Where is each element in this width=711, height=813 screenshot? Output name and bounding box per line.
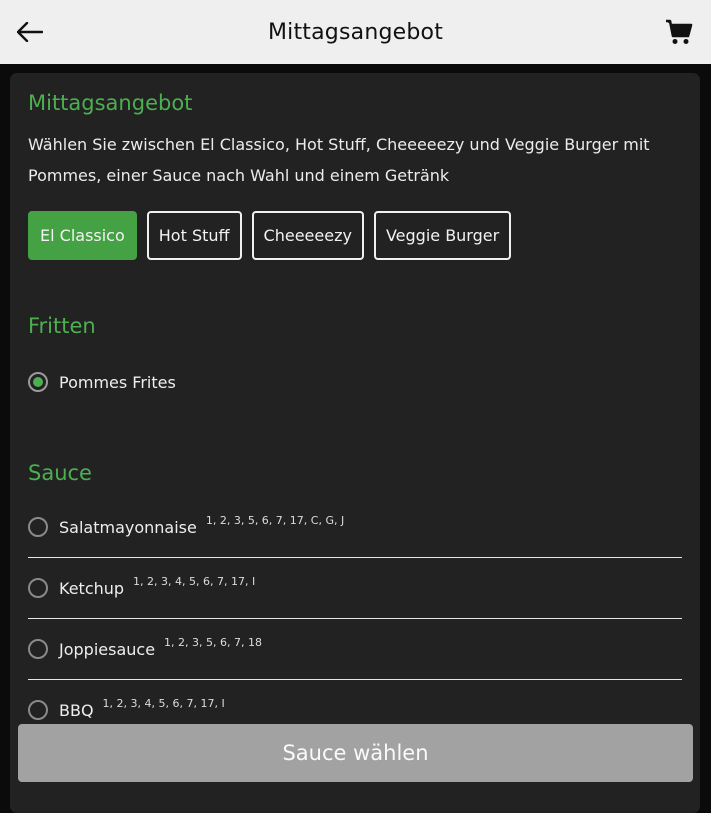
offer-card: Mittagsangebot Wählen Sie zwischen El Cl… xyxy=(10,73,700,813)
allergen-codes: 1, 2, 3, 5, 6, 7, 17, C, G, J xyxy=(205,513,345,527)
option-label: Ketchup xyxy=(59,578,125,598)
radio-button[interactable] xyxy=(28,639,48,659)
page-title: Mittagsangebot xyxy=(267,19,444,45)
offer-title: Mittagsangebot xyxy=(28,91,193,115)
fritten-option-pommes-frites[interactable]: Pommes Frites xyxy=(28,352,682,412)
radio-button[interactable] xyxy=(28,372,48,392)
choose-sauce-button[interactable]: Sauce wählen xyxy=(18,724,693,782)
option-label: Pommes Frites xyxy=(59,372,176,392)
sauce-option-ketchup[interactable]: Ketchup 1, 2, 3, 4, 5, 6, 7, 17, I xyxy=(28,558,682,618)
radio-button[interactable] xyxy=(28,700,48,720)
offer-description: Wählen Sie zwischen El Classico, Hot Stu… xyxy=(28,135,650,185)
arrow-left-icon xyxy=(17,22,43,42)
app-header: Mittagsangebot xyxy=(0,0,711,64)
fritten-options: Pommes Frites xyxy=(28,352,682,412)
fritten-title: Fritten xyxy=(28,314,96,338)
radio-button[interactable] xyxy=(28,517,48,537)
option-label: BBQ xyxy=(59,700,94,720)
sauce-option-salatmayonnaise[interactable]: Salatmayonnaise 1, 2, 3, 5, 6, 7, 17, C,… xyxy=(28,497,682,557)
back-button[interactable] xyxy=(16,18,44,46)
allergen-codes: 1, 2, 3, 5, 6, 7, 18 xyxy=(164,635,262,649)
burger-chip-group: El Classico Hot Stuff Cheeeeezy Veggie B… xyxy=(28,211,682,260)
radio-button[interactable] xyxy=(28,578,48,598)
shopping-cart-icon xyxy=(666,19,693,44)
chip-cheeeeezy[interactable]: Cheeeeezy xyxy=(251,211,364,260)
sauce-title: Sauce xyxy=(28,461,92,485)
chip-hot-stuff[interactable]: Hot Stuff xyxy=(146,211,242,260)
sauce-options: Salatmayonnaise 1, 2, 3, 5, 6, 7, 17, C,… xyxy=(28,497,682,740)
option-label: Salatmayonnaise xyxy=(59,517,197,537)
chip-veggie-burger[interactable]: Veggie Burger xyxy=(373,211,512,260)
list-item: Joppiesauce 1, 2, 3, 5, 6, 7, 18 xyxy=(28,619,682,680)
chip-el-classico[interactable]: El Classico xyxy=(28,211,137,260)
sauce-option-joppiesauce[interactable]: Joppiesauce 1, 2, 3, 5, 6, 7, 18 xyxy=(28,619,682,679)
cart-button[interactable] xyxy=(665,18,693,46)
allergen-codes: 1, 2, 3, 4, 5, 6, 7, 17, I xyxy=(133,574,256,588)
allergen-codes: 1, 2, 3, 4, 5, 6, 7, 17, I xyxy=(102,696,225,710)
list-item: Ketchup 1, 2, 3, 4, 5, 6, 7, 17, I xyxy=(28,558,682,619)
list-item: Salatmayonnaise 1, 2, 3, 5, 6, 7, 17, C,… xyxy=(28,497,682,558)
option-label: Joppiesauce xyxy=(59,639,156,659)
